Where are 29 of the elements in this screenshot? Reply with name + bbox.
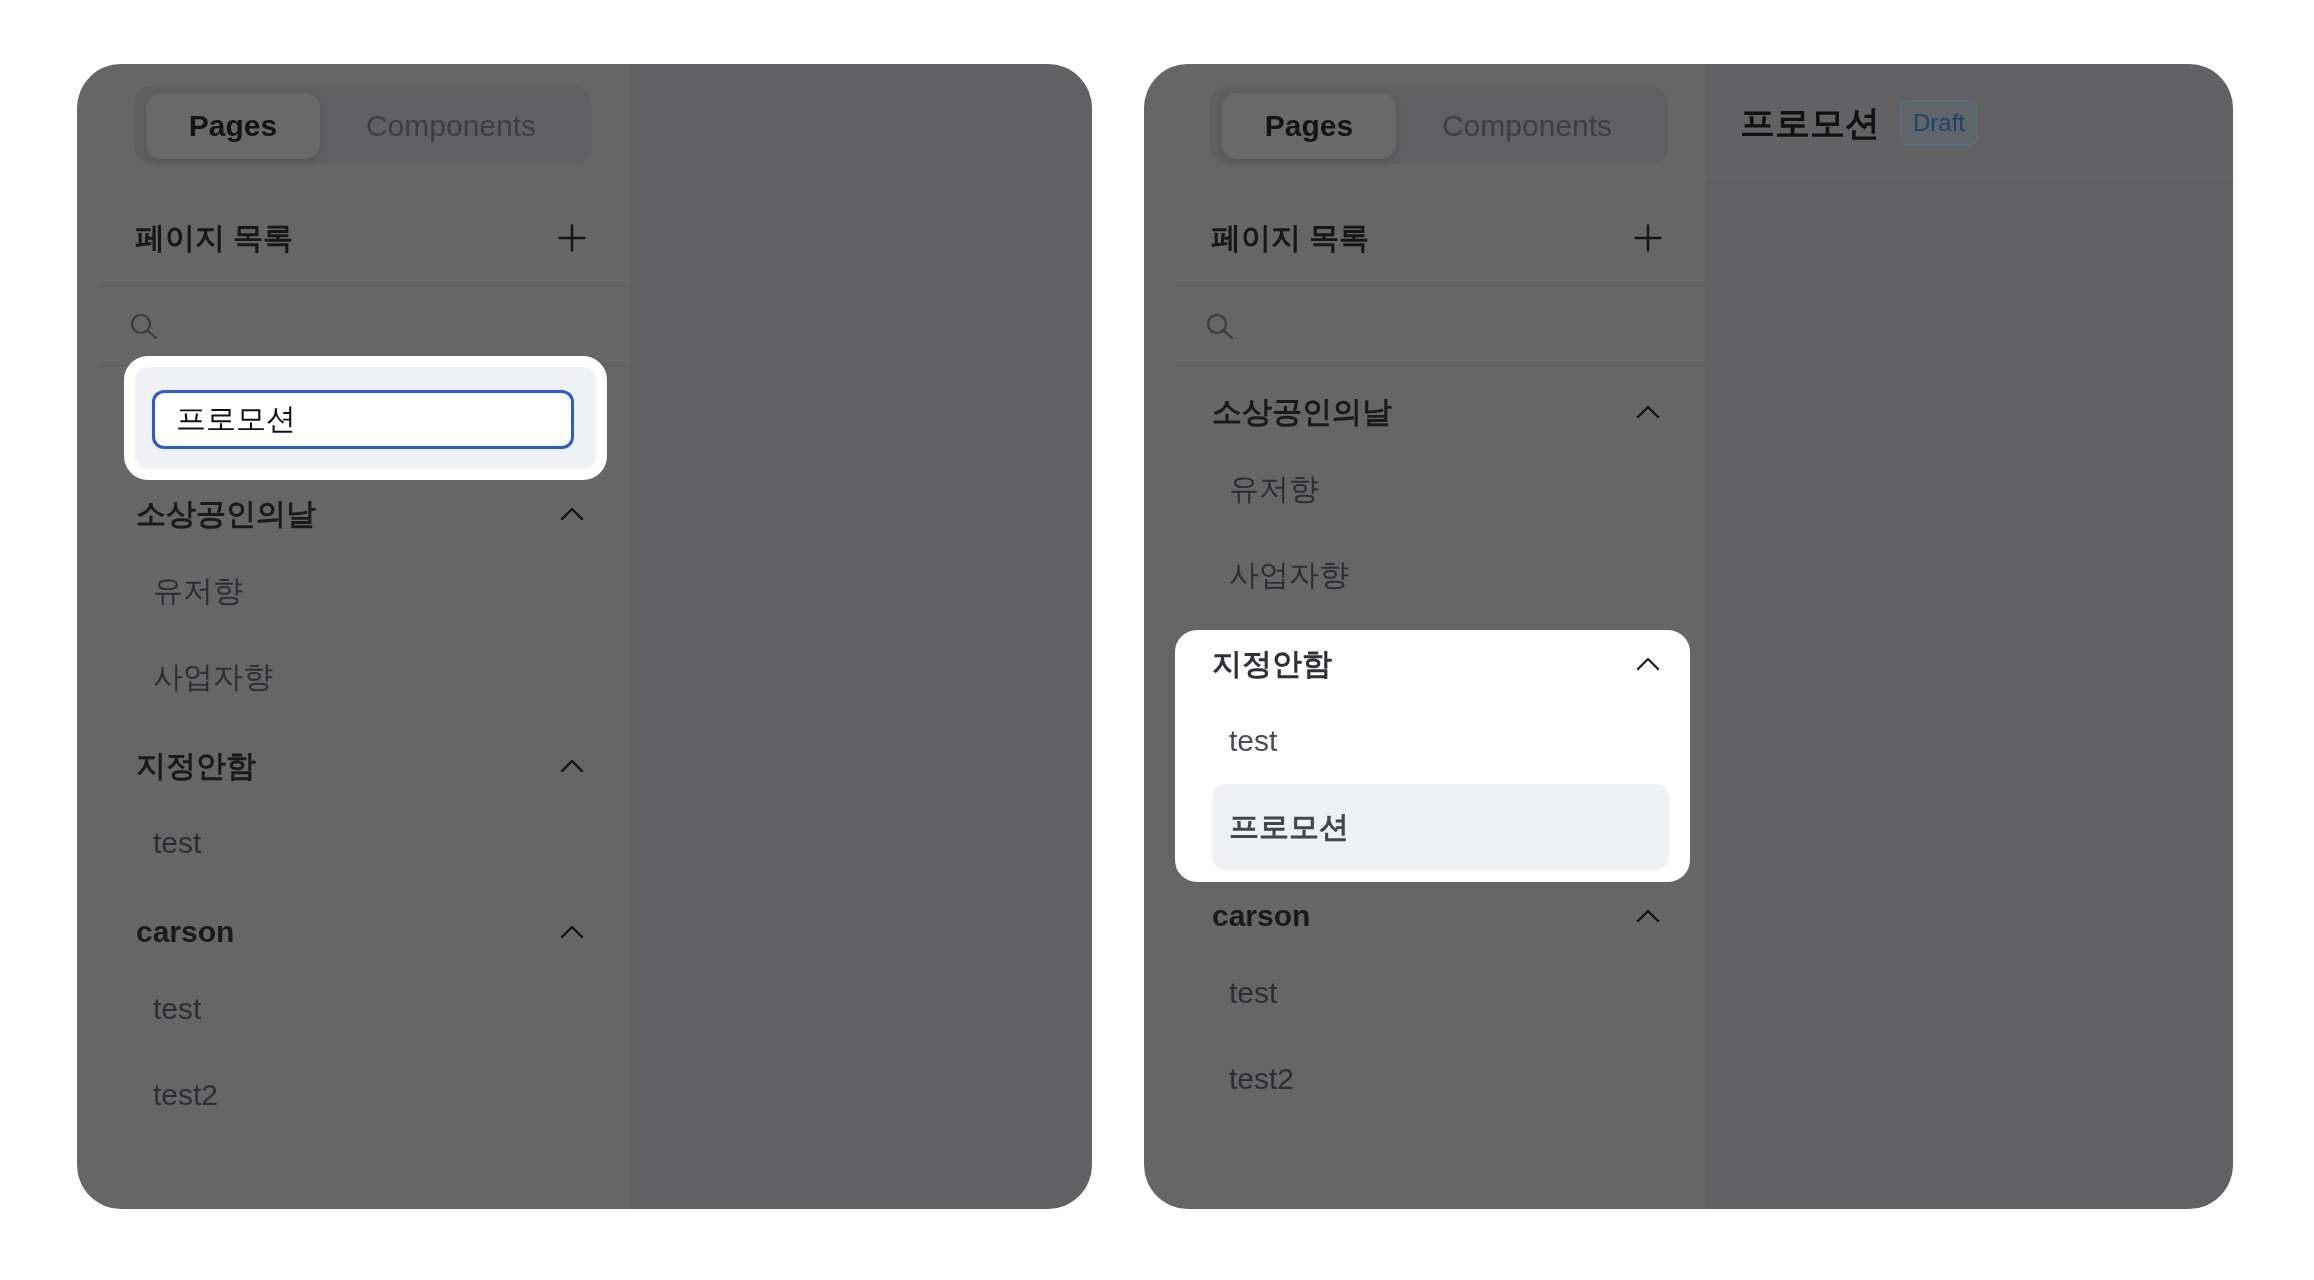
page-item[interactable]: test <box>1212 950 1669 1036</box>
group-title: 소상공인의날 <box>1212 394 1392 430</box>
group-title: carson <box>1212 898 1311 934</box>
page-item[interactable]: 사업자향 <box>136 634 593 720</box>
page-title: 프로모션 <box>1740 102 1880 144</box>
page-name-field[interactable]: 프로모션 <box>152 390 574 449</box>
plus-icon[interactable] <box>1634 223 1662 252</box>
group-title: carson <box>136 914 235 950</box>
page-item[interactable]: test <box>136 966 593 1052</box>
page-item[interactable]: test <box>1212 698 1669 784</box>
page-item[interactable]: test <box>136 800 593 886</box>
group-title: 소상공인의날 <box>136 496 316 532</box>
list-title: 페이지 목록 <box>135 219 294 256</box>
tab[interactable]: Pages <box>146 93 320 159</box>
group-title: 지정안함 <box>136 748 256 784</box>
tab[interactable]: Pages <box>1222 93 1396 159</box>
group-title: 지정안함 <box>1212 646 1332 682</box>
page-item[interactable]: 사업자향 <box>1212 532 1669 618</box>
search-icon <box>130 312 158 339</box>
page-item[interactable]: 프로모션 <box>1212 784 1669 870</box>
page-item[interactable]: test2 <box>136 1052 593 1138</box>
status-badge: Draft <box>1900 99 1978 147</box>
page-item[interactable]: 유저향 <box>1212 446 1669 532</box>
page-item[interactable]: 유저향 <box>136 548 593 634</box>
search-icon <box>1206 312 1234 339</box>
list-title: 페이지 목록 <box>1211 219 1370 256</box>
plus-icon[interactable] <box>558 223 586 252</box>
page-item[interactable]: test2 <box>1212 1036 1669 1122</box>
chevron-up-icon[interactable] <box>1636 657 1660 671</box>
